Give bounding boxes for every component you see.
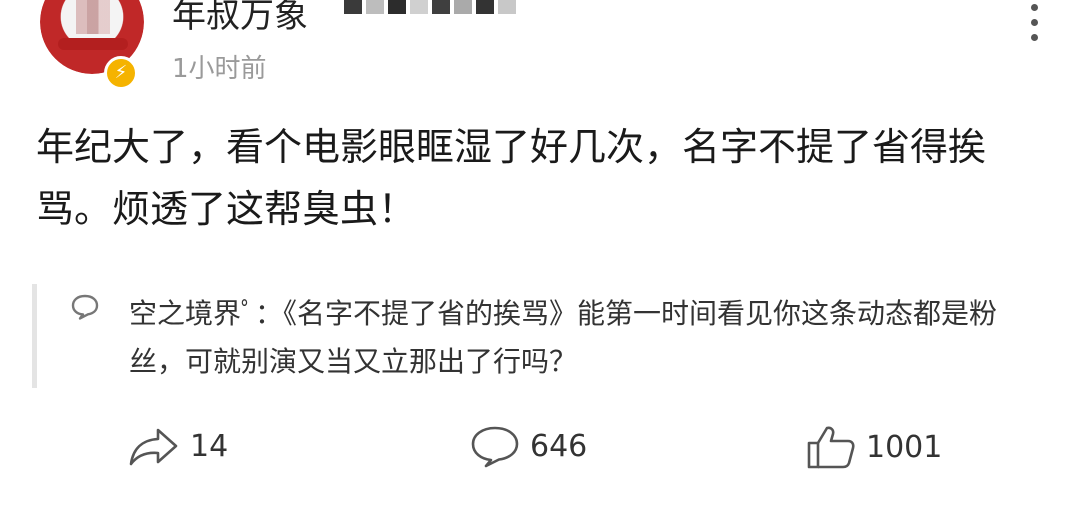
like-button[interactable]: 1001 [806,424,942,470]
comment-bubble-icon [71,294,99,320]
share-icon [129,428,178,466]
action-bar: 14 646 1001 [0,424,1076,484]
share-count: 14 [190,428,229,464]
thumbs-up-icon [807,426,855,469]
quoted-comment-user[interactable]: 空之境界ﾟ [129,297,255,330]
quoted-comment-text: 空之境界ﾟ：《名字不提了省的挨骂》能第一时间看见你这条动态都是粉丝，可就别演又当… [129,290,1049,386]
verified-lightning-icon: ⚡ [104,56,138,90]
avatar-mosaic [76,0,110,34]
comment-button[interactable]: 646 [470,424,587,468]
post-body-text: 年纪大了，看个电影眼眶湿了好几次，名字不提了省得挨骂。烦透了这帮臭虫！ [36,125,987,231]
like-count: 1001 [866,429,943,465]
author-name[interactable]: 年叔万象 [172,0,308,37]
author-name-mosaic [344,0,516,14]
post-timestamp: 1小时前 [172,54,267,84]
more-vertical-icon[interactable] [1030,4,1038,41]
quoted-comment[interactable]: 空之境界ﾟ：《名字不提了省的挨骂》能第一时间看见你这条动态都是粉丝，可就别演又当… [32,284,1047,388]
comment-icon [471,426,519,468]
quoted-comment-content: ：《名字不提了省的挨骂》能第一时间看见你这条动态都是粉丝，可就别演又当又立那出了… [129,297,998,378]
comment-count: 646 [530,428,588,464]
avatar-stamp [58,38,128,50]
share-button[interactable]: 14 [128,424,228,468]
